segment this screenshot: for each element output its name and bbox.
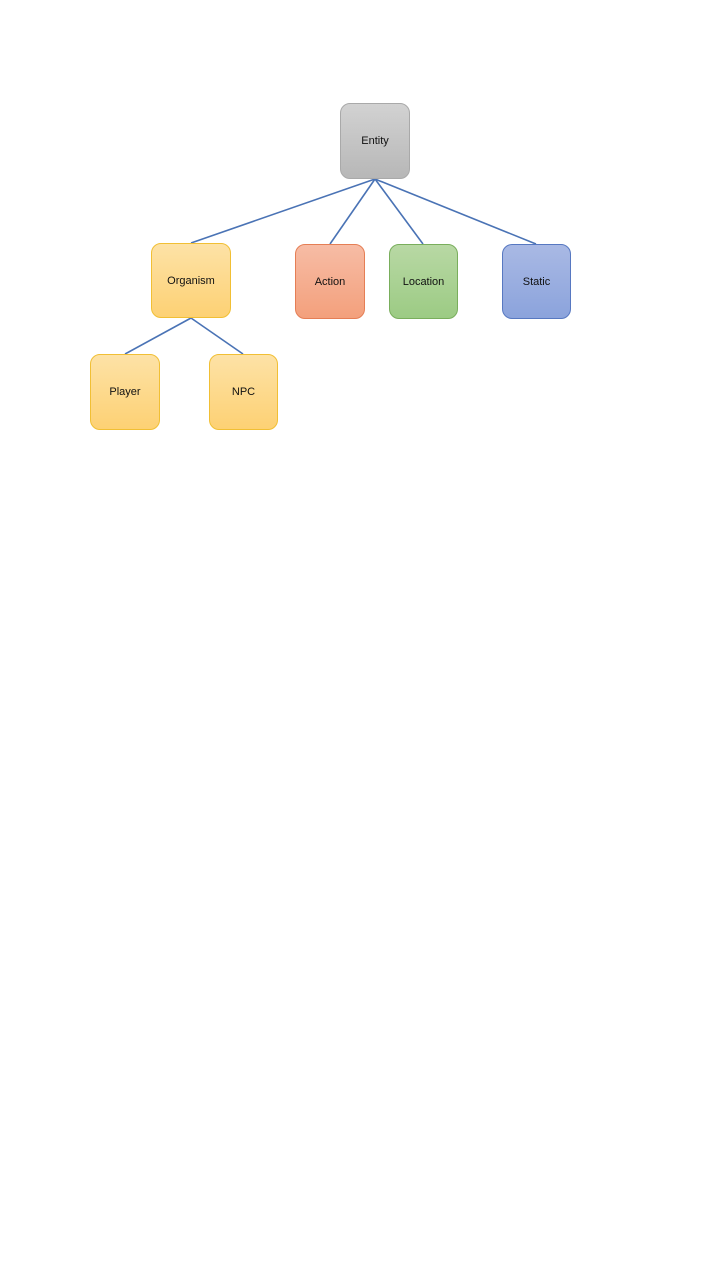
connector-entity-action (329, 178, 376, 245)
node-organism-label: Organism (167, 274, 215, 287)
node-player: Player (90, 354, 160, 430)
connector-organism-player (124, 317, 192, 355)
node-location: Location (389, 244, 458, 319)
node-entity: Entity (340, 103, 410, 179)
node-player-label: Player (109, 386, 141, 398)
connector-entity-organism (190, 178, 376, 244)
connector-organism-npc (190, 317, 244, 355)
node-action: Action (295, 244, 365, 319)
node-organism: Organism (151, 243, 231, 318)
connector-entity-location (374, 178, 424, 245)
node-location-label: Location (402, 275, 445, 288)
hierarchy-diagram: Entity Organism Action Location Static P… (0, 0, 720, 1280)
node-npc-label: NPC (231, 386, 256, 398)
node-action-label: Action (314, 275, 346, 288)
node-static: Static (502, 244, 571, 319)
node-entity-label: Entity (361, 135, 389, 147)
connector-entity-static (374, 178, 537, 245)
node-static-label: Static (522, 275, 551, 288)
node-npc: NPC (209, 354, 278, 430)
connector-lines (124, 178, 537, 355)
